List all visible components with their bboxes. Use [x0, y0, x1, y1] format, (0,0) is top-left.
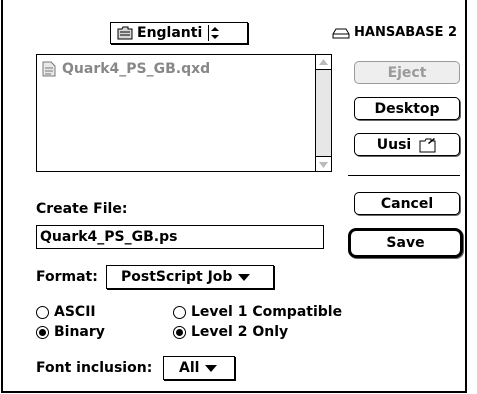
document-icon [42, 61, 56, 77]
scroll-up-arrow[interactable] [316, 55, 331, 70]
new-folder-icon [419, 137, 437, 153]
format-popup-value: PostScript Job [121, 269, 233, 285]
radio-level1-label: Level 1 Compatible [191, 304, 343, 320]
eject-button[interactable]: Eject [354, 61, 460, 84]
eject-button-label: Eject [387, 64, 427, 81]
stepper-arrows-icon [208, 25, 221, 41]
disk-label: HANSABASE 2 [332, 25, 457, 40]
scroll-down-arrow[interactable] [316, 156, 331, 171]
radio-button-icon [36, 305, 49, 319]
scrollbar[interactable] [315, 55, 331, 171]
radio-ascii[interactable]: ASCII [36, 304, 96, 320]
font-inclusion-label: Font inclusion: [36, 360, 153, 376]
radio-button-selected-icon [36, 325, 49, 339]
save-button-label: Save [386, 235, 425, 251]
volume-popup-label: Englanti [137, 25, 203, 41]
file-list[interactable]: Quark4_PS_GB.qxd [36, 54, 332, 172]
new-folder-button[interactable]: Uusi [354, 133, 460, 156]
filename-field[interactable]: Quark4_PS_GB.ps [36, 225, 324, 249]
radio-binary[interactable]: Binary [36, 324, 105, 340]
divider [348, 175, 460, 176]
save-button[interactable]: Save [348, 228, 463, 258]
new-folder-button-label: Uusi [376, 136, 412, 153]
disk-icon [332, 27, 350, 39]
format-popup[interactable]: PostScript Job [106, 265, 274, 289]
list-item[interactable]: Quark4_PS_GB.qxd [42, 61, 210, 77]
list-item-label: Quark4_PS_GB.qxd [62, 61, 211, 77]
chevron-down-icon [238, 269, 251, 285]
cancel-button[interactable]: Cancel [354, 192, 460, 215]
filename-field-value: Quark4_PS_GB.ps [40, 229, 178, 245]
radio-ascii-label: ASCII [54, 304, 96, 320]
disk-name: HANSABASE 2 [354, 25, 458, 40]
radio-button-icon [173, 305, 186, 319]
radio-binary-label: Binary [54, 324, 105, 340]
format-label: Format: [36, 269, 98, 285]
radio-level1[interactable]: Level 1 Compatible [173, 304, 342, 320]
chevron-down-icon [205, 360, 218, 376]
create-file-label: Create File: [36, 201, 128, 217]
folder-icon [117, 26, 133, 40]
radio-button-selected-icon [173, 325, 186, 339]
save-dialog: Englanti HANSABASE 2 Quark4_PS_GB.qxd Ej… [1, 0, 467, 393]
radio-level2-label: Level 2 Only [191, 324, 289, 340]
desktop-button-label: Desktop [374, 100, 440, 117]
volume-popup[interactable]: Englanti [110, 22, 248, 44]
radio-level2[interactable]: Level 2 Only [173, 324, 288, 340]
desktop-button[interactable]: Desktop [354, 97, 460, 120]
font-inclusion-popup-value: All [179, 360, 200, 376]
font-inclusion-popup[interactable]: All [163, 356, 235, 380]
cancel-button-label: Cancel [380, 195, 434, 212]
